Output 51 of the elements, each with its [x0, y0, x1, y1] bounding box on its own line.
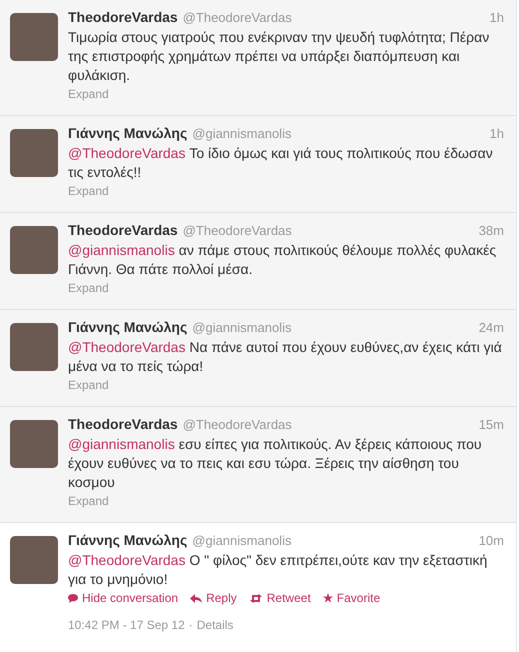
tweet-time: 15m — [478, 417, 504, 432]
mention-link[interactable]: @giannismanolis — [68, 242, 175, 258]
avatar-photo-placeholder[interactable] — [10, 323, 58, 371]
avatar-photo-placeholder[interactable] — [10, 420, 58, 468]
tweet-time: 1h — [490, 126, 504, 141]
mention-link[interactable]: @TheodoreVardas — [68, 339, 186, 355]
avatar-photo-placeholder[interactable] — [10, 129, 58, 177]
avatar-photo-placeholder[interactable] — [10, 536, 58, 584]
tweet-timestamp: 10:42 PM - 17 Sep 12 — [68, 618, 185, 632]
tweet-text: @giannismanolis εσυ είπες για πολιτικούς. Αν ξέρεις κάποιους που έχουν ευθύνες να το πεις και εσυ τώρα. Ξέρεις την αίσθηση του κοσμου — [68, 435, 483, 492]
user-handle: @TheodoreVardas — [182, 223, 293, 238]
tweet-text: @TheodoreVardas Ο " φίλος" δεν επιτρέπει,ούτε καν την εξεταστική για το μνημόνιο! — [68, 551, 488, 589]
user-handle: @TheodoreVardas — [182, 417, 293, 432]
tweet-card[interactable]: Γιάννης Μανώλης @giannismanolis 24m @TheodoreVardas Να πάνε αυτοί που έχουν ευθύνες,αν έχεις κάτι γιά μένα να το πείς τώρα! Expand — [0, 310, 516, 407]
tweet-text: @TheodoreVardas Να πάνε αυτοί που έχουν ευθύνες,αν έχεις κάτι γιά μένα να το πείς τώρα! — [68, 338, 503, 376]
reply-action-link[interactable]: Reply — [190, 591, 237, 605]
tweet-text: @TheodoreVardas Το ίδιο όμως και γιά τους πολιτικούς που έδωσαν τις εντολές!! — [68, 144, 494, 182]
user-handle: @TheodoreVardas — [182, 10, 293, 25]
tweet-card[interactable]: TheodoreVardas @TheodoreVardas 15m @giannismanolis εσυ είπες για πολιτικούς. Αν ξέρεις κάποιους που έχουν ευθύνες να το πεις και εσυ τώρα. Ξέρεις την αίσθηση του κοσμου Expand — [0, 407, 516, 523]
avatar-photo-placeholder[interactable] — [10, 226, 58, 274]
speech-bubble-icon — [68, 594, 78, 602]
user-name: Γιάννης Μανώλης — [68, 125, 188, 141]
reply-arrow-icon — [190, 594, 202, 602]
conversation-action-link[interactable]: Hide conversation — [68, 591, 178, 605]
user-name: Γιάννης Μανώλης — [68, 319, 188, 335]
user-name: TheodoreVardas — [68, 222, 178, 238]
retweet-action-link[interactable]: Retweet — [248, 591, 311, 605]
user-handle: @giannismanolis — [192, 320, 292, 335]
mention-link[interactable]: @giannismanolis — [68, 436, 175, 452]
user-handle: @giannismanolis — [192, 126, 292, 141]
tweet-text: Τιμωρία στους γιατρούς που ενέκριναν την ψευδή τυφλότητα; Πέραν της επιστροφής χρημάτων πρέπει να υπάρξει διαπόμπευση και φυλάκιση. — [68, 28, 490, 85]
mention-link[interactable]: @TheodoreVardas — [68, 145, 186, 161]
tweet-time: 1h — [490, 10, 504, 25]
user-handle: @giannismanolis — [192, 533, 292, 548]
mention-link[interactable]: @TheodoreVardas — [68, 552, 186, 568]
avatar-photo-placeholder[interactable] — [10, 13, 58, 61]
tweet-card[interactable]: TheodoreVardas @TheodoreVardas 38m @giannismanolis αν πάμε στους πολιτικούς θέλουμε πολλές φυλακές Γιάννη. Θα πάτε πολλοί μέσα. Expand — [0, 213, 516, 310]
user-name: TheodoreVardas — [68, 416, 178, 432]
retweet-icon — [248, 594, 263, 602]
details-link[interactable]: Details — [196, 618, 234, 632]
tweet-text: @giannismanolis αν πάμε στους πολιτικούς θέλουμε πολλές φυλακές Γιάννη. Θα πάτε πολλοί μέσα. — [68, 241, 498, 279]
separator-dot: · — [188, 618, 193, 632]
user-name: Γιάννης Μανώλης — [68, 532, 188, 548]
tweet-time: 10m — [478, 533, 504, 548]
tweet-card[interactable]: Γιάννης Μανώλης @giannismanolis 1h @TheodoreVardas Το ίδιο όμως και γιά τους πολιτικούς που έδωσαν τις εντολές!! Expand — [0, 116, 516, 213]
favorite-action-link[interactable]: Favorite — [322, 591, 380, 605]
user-name: TheodoreVardas — [68, 9, 178, 25]
tweet-time: 38m — [478, 223, 504, 238]
tweet-time: 24m — [478, 320, 504, 335]
star-icon — [322, 593, 333, 603]
tweet-card[interactable]: TheodoreVardas @TheodoreVardas 1h Τιμωρία στους γιατρούς που ενέκριναν την ψευδή τυφλότητα; Πέραν της επιστροφής χρημάτων πρέπει να υπάρξει διαπόμπευση και φυλάκιση. Expand — [0, 0, 516, 116]
